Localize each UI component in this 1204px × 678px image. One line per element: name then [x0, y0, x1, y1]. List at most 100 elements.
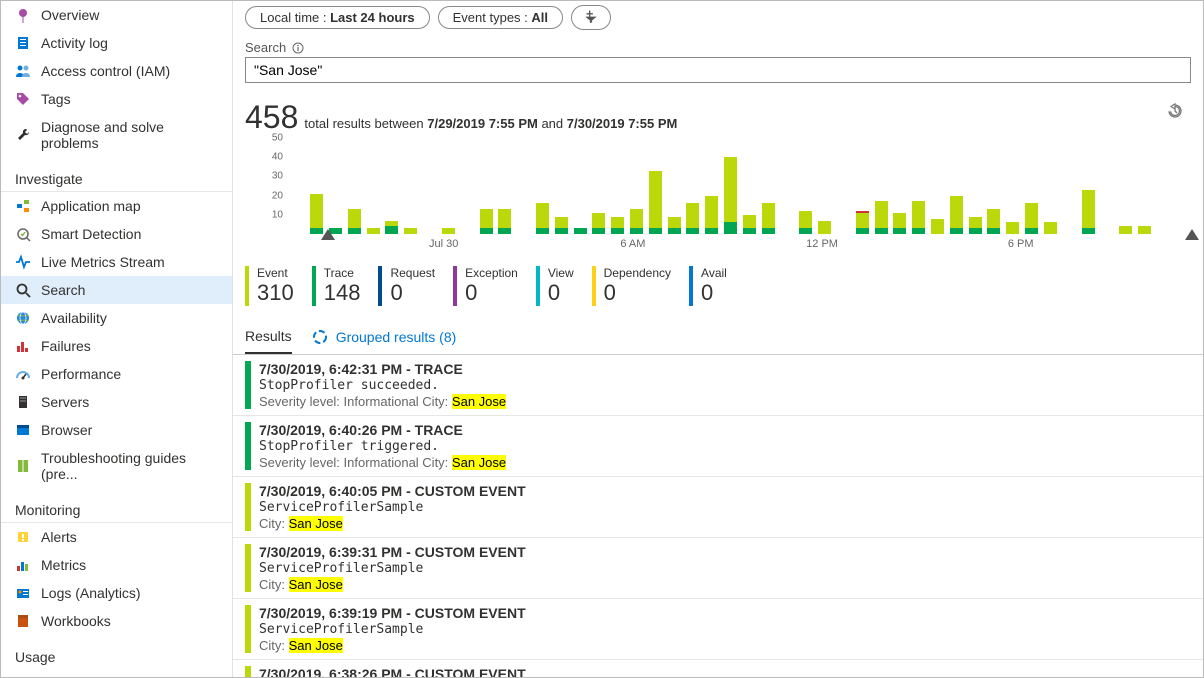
sidebar-item-workbooks[interactable]: Workbooks — [1, 607, 232, 635]
bar-column[interactable] — [1154, 138, 1172, 234]
bar-column[interactable] — [571, 138, 589, 234]
result-row[interactable]: 7/30/2019, 6:40:05 PM - CUSTOM EVENT Ser… — [233, 477, 1203, 538]
counter-view[interactable]: View0 — [536, 266, 574, 306]
bar-column[interactable] — [853, 138, 871, 234]
bar-column[interactable] — [1060, 138, 1078, 234]
bar-column[interactable] — [778, 138, 796, 234]
bar-column[interactable] — [1023, 138, 1041, 234]
bar-column[interactable] — [985, 138, 1003, 234]
bar-column[interactable] — [308, 138, 326, 234]
bar-column[interactable] — [496, 138, 514, 234]
bar-column[interactable] — [364, 138, 382, 234]
counter-event[interactable]: Event310 — [245, 266, 294, 306]
bar-column[interactable] — [628, 138, 646, 234]
row-header: 7/30/2019, 6:38:26 PM - CUSTOM EVENT — [259, 666, 1191, 677]
sidebar-item-availability[interactable]: Availability — [1, 304, 232, 332]
sidebar-item-logs-analytics[interactable]: Logs (Analytics) — [1, 579, 232, 607]
bar-column[interactable] — [1117, 138, 1135, 234]
sidebar-item-access-control-iam[interactable]: Access control (IAM) — [1, 57, 232, 85]
tab-grouped-results[interactable]: Grouped results (8) — [312, 324, 457, 354]
sidebar-item-activity-log[interactable]: Activity log — [1, 29, 232, 57]
bar-column[interactable] — [1042, 138, 1060, 234]
bar-column[interactable] — [835, 138, 853, 234]
bar-column[interactable] — [759, 138, 777, 234]
row-type-indicator — [245, 544, 251, 592]
bar-column[interactable] — [440, 138, 458, 234]
tab-results[interactable]: Results — [245, 324, 292, 354]
counter-dependency[interactable]: Dependency0 — [592, 266, 671, 306]
sidebar-item-application-map[interactable]: Application map — [1, 192, 232, 220]
bar-column[interactable] — [552, 138, 570, 234]
row-header: 7/30/2019, 6:39:31 PM - CUSTOM EVENT — [259, 544, 1191, 560]
bar-column[interactable] — [383, 138, 401, 234]
bar-column[interactable] — [327, 138, 345, 234]
sidebar-item-metrics[interactable]: Metrics — [1, 551, 232, 579]
bar-column[interactable] — [891, 138, 909, 234]
sidebar-item-performance[interactable]: Performance — [1, 360, 232, 388]
bar-column[interactable] — [947, 138, 965, 234]
event-types-pill[interactable]: Event types : All — [438, 6, 563, 29]
bar-column[interactable] — [797, 138, 815, 234]
y-tick: 20 — [272, 190, 283, 201]
result-row[interactable]: 7/30/2019, 6:40:26 PM - TRACE StopProfil… — [233, 416, 1203, 477]
bar-column[interactable] — [910, 138, 928, 234]
bar-column[interactable] — [1004, 138, 1022, 234]
bar-column[interactable] — [590, 138, 608, 234]
bar-column[interactable] — [515, 138, 533, 234]
counter-trace[interactable]: Trace148 — [312, 266, 361, 306]
counter-exception[interactable]: Exception0 — [453, 266, 518, 306]
time-range-pill[interactable]: Local time : Last 24 hours — [245, 6, 430, 29]
sidebar-item-label: Servers — [41, 394, 89, 410]
bar-column[interactable] — [1079, 138, 1097, 234]
sidebar-item-smart-detection[interactable]: Smart Detection — [1, 220, 232, 248]
y-tick: 40 — [272, 152, 283, 163]
x-tick: 12 PM — [806, 238, 838, 250]
bar-column[interactable] — [421, 138, 439, 234]
bar-column[interactable] — [722, 138, 740, 234]
bar-column[interactable] — [345, 138, 363, 234]
history-icon[interactable] — [1167, 103, 1183, 122]
bar-column[interactable] — [458, 138, 476, 234]
sidebar-item-servers[interactable]: Servers — [1, 388, 232, 416]
counter-avail[interactable]: Avail0 — [689, 266, 727, 306]
counter-request[interactable]: Request0 — [378, 266, 435, 306]
result-row[interactable]: 7/30/2019, 6:39:31 PM - CUSTOM EVENT Ser… — [233, 538, 1203, 599]
bar-column[interactable] — [1173, 138, 1191, 234]
bar-column[interactable] — [289, 138, 307, 234]
bar-column[interactable] — [1098, 138, 1116, 234]
bar-column[interactable] — [741, 138, 759, 234]
result-row[interactable]: 7/30/2019, 6:42:31 PM - TRACE StopProfil… — [233, 355, 1203, 416]
timeline-chart[interactable]: 5040302010 Jul 306 AM12 PM6 PM — [233, 138, 1203, 256]
y-tick: 50 — [272, 133, 283, 144]
sidebar-item-live-metrics-stream[interactable]: Live Metrics Stream — [1, 248, 232, 276]
add-filter-button[interactable] — [571, 5, 611, 30]
event-types-label: Event types : — [453, 10, 532, 25]
bar-column[interactable] — [646, 138, 664, 234]
sidebar-item-browser[interactable]: Browser — [1, 416, 232, 444]
bar-column[interactable] — [684, 138, 702, 234]
bar-column[interactable] — [929, 138, 947, 234]
bar-column[interactable] — [703, 138, 721, 234]
sidebar-item-tags[interactable]: Tags — [1, 85, 232, 113]
sidebar-item-alerts[interactable]: Alerts — [1, 523, 232, 551]
bar-column[interactable] — [534, 138, 552, 234]
bar-column[interactable] — [665, 138, 683, 234]
sidebar-item-overview[interactable]: Overview — [1, 1, 232, 29]
sidebar-item-diagnose-and-solve-problems[interactable]: Diagnose and solve problems — [1, 113, 232, 157]
bar-column[interactable] — [816, 138, 834, 234]
sidebar-item-label: Alerts — [41, 529, 77, 545]
bar-column[interactable] — [1136, 138, 1154, 234]
search-input[interactable] — [245, 57, 1191, 83]
bar-column[interactable] — [477, 138, 495, 234]
result-row[interactable]: 7/30/2019, 6:39:19 PM - CUSTOM EVENT Ser… — [233, 599, 1203, 660]
bar-column[interactable] — [609, 138, 627, 234]
bar-column[interactable] — [872, 138, 890, 234]
filter-plus-icon — [584, 9, 598, 23]
sidebar-item-troubleshooting-guides-pre[interactable]: Troubleshooting guides (pre... — [1, 444, 232, 488]
result-row[interactable]: 7/30/2019, 6:38:26 PM - CUSTOM EVENT Ser… — [233, 660, 1203, 677]
sidebar-item-failures[interactable]: Failures — [1, 332, 232, 360]
bar-column[interactable] — [402, 138, 420, 234]
bar-column[interactable] — [966, 138, 984, 234]
sidebar-item-label: Logs (Analytics) — [41, 585, 141, 601]
sidebar-item-search[interactable]: Search — [1, 276, 232, 304]
